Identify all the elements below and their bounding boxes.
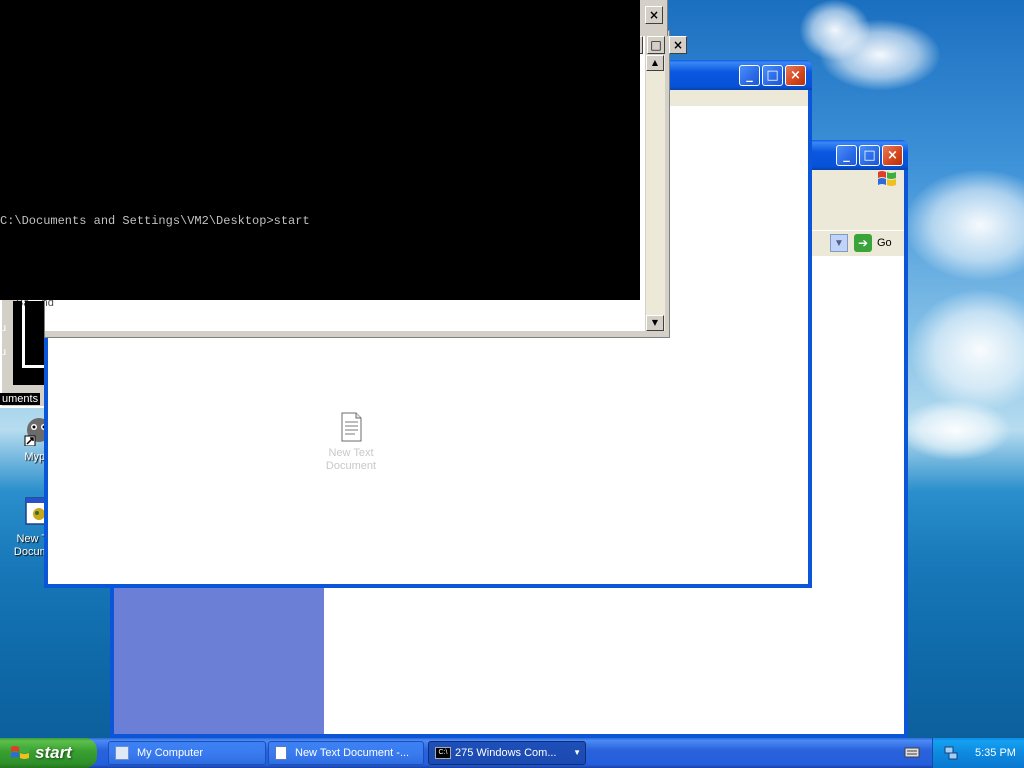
close-button[interactable]: × (882, 145, 903, 166)
scroll-down-button[interactable]: ▼ (646, 315, 664, 331)
taskbar-button-label: My Computer (137, 747, 204, 759)
file-icon-new-text-document[interactable]: New Text Document (316, 412, 386, 473)
start-button[interactable]: start (0, 738, 97, 768)
keyboard-icon[interactable] (904, 745, 920, 759)
computer-icon (115, 746, 129, 760)
command-prompt-icon: C:\ (435, 747, 451, 759)
file-icon-label: New Text Document (325, 447, 377, 472)
minimize-button[interactable]: _ (836, 145, 857, 166)
text-document-icon (341, 412, 362, 442)
close-button[interactable]: × (669, 36, 687, 54)
windows-logo-icon (876, 168, 898, 190)
clock[interactable]: 5:35 PM (975, 747, 1016, 759)
minimize-button[interactable]: _ (739, 65, 760, 86)
sky-cloud (900, 400, 1010, 460)
taskbar: start My Computer New Text Document -...… (0, 738, 1024, 768)
system-tray: 5:35 PM (932, 738, 1024, 768)
partial-text: u (0, 322, 7, 334)
address-dropdown-button[interactable]: ▼ (830, 234, 848, 252)
partial-text: u (0, 346, 7, 358)
start-label: start (35, 743, 72, 762)
partial-text: uments (0, 393, 41, 405)
sky-cloud (905, 170, 1024, 280)
sky-cloud (910, 290, 1024, 410)
cmd-output-line: C:\Documents and Settings\VM2\Desktop>st… (0, 214, 310, 228)
windows-flag-icon (11, 746, 29, 759)
maximize-button[interactable]: □ (762, 65, 783, 86)
go-button[interactable]: ➔ Go (854, 233, 898, 253)
go-label: Go (877, 237, 892, 249)
taskbar-button-label: New Text Document -... (295, 747, 410, 759)
taskbar-button-label: 275 Windows Com... (455, 747, 557, 759)
taskbar-button-windows-command[interactable]: C:\ 275 Windows Com... ▼ (428, 741, 586, 765)
partial-notepad-label: Ba... nd (16, 297, 54, 309)
close-button[interactable]: × (645, 6, 663, 24)
close-button[interactable]: × (785, 65, 806, 86)
network-icon[interactable] (943, 745, 959, 761)
notepad-icon (275, 746, 287, 760)
chevron-down-icon[interactable]: ▼ (573, 748, 581, 757)
cmd-console[interactable]: C:\Documents and Settings\VM2\Desktop>st… (0, 0, 640, 300)
go-arrow-icon: ➔ (854, 234, 872, 252)
cmd-window: × C:\Documents and Settings\VM2\Desktop>… (0, 0, 668, 309)
maximize-button[interactable]: □ (859, 145, 880, 166)
taskbar-button-new-text-document[interactable]: New Text Document -... (268, 741, 424, 765)
sky-cloud (800, 0, 870, 60)
taskbar-button-my-computer[interactable]: My Computer (108, 741, 266, 765)
